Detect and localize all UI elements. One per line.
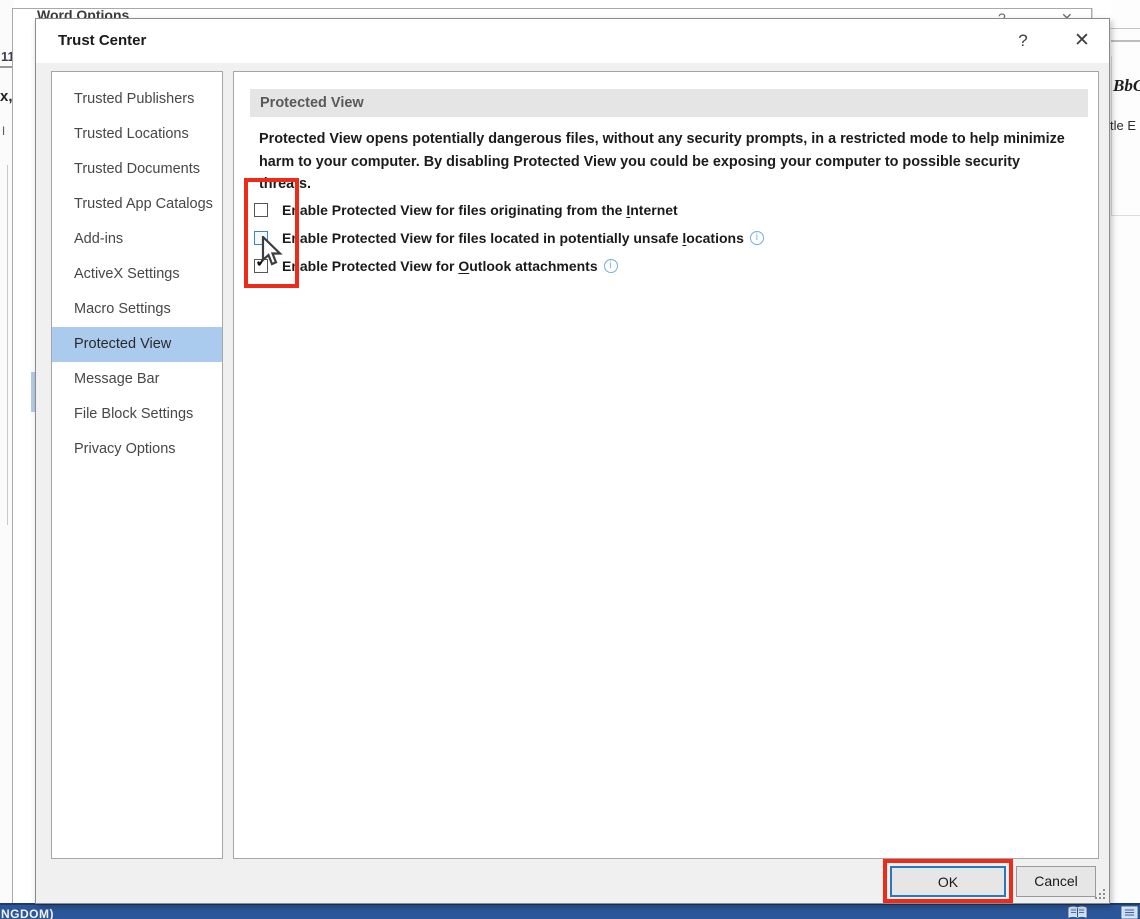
trust-center-sidebar: Trusted Publishers Trusted Locations Tru… <box>51 71 223 859</box>
ribbon-edge-line <box>1111 40 1140 42</box>
sidebar-item-trusted-documents[interactable]: Trusted Documents <box>52 152 222 187</box>
sidebar-item-trusted-app-catalogs[interactable]: Trusted App Catalogs <box>52 187 222 222</box>
protected-view-description: Protected View opens potentially dangero… <box>259 128 1065 196</box>
sidebar-item-privacy-options[interactable]: Privacy Options <box>52 432 222 467</box>
print-layout-icon[interactable] <box>1120 906 1139 919</box>
read-mode-icon[interactable] <box>1068 906 1087 919</box>
info-icon[interactable]: i <box>604 259 618 273</box>
sidebar-item-macro-settings[interactable]: Macro Settings <box>52 292 222 327</box>
checkbox-row-unsafe-locations[interactable]: Enable Protected View for files located … <box>254 228 764 248</box>
checkbox-row-outlook-attachments[interactable]: ✓ Enable Protected View for Outlook atta… <box>254 256 618 276</box>
sidebar-item-activex-settings[interactable]: ActiveX Settings <box>52 257 222 292</box>
dialog-title: Trust Center <box>58 32 146 49</box>
description-line: harm to your computer. By disabling Prot… <box>259 151 1065 174</box>
style-preview-fragment: BbC <box>1113 76 1140 96</box>
protected-view-panel: Protected View Protected View opens pote… <box>233 71 1099 859</box>
mouse-cursor-icon <box>261 236 285 268</box>
trust-center-dialog: Trust Center ? ✕ Trusted Publishers Trus… <box>35 18 1110 904</box>
section-header: Protected View <box>250 89 1088 117</box>
sidebar-item-add-ins[interactable]: Add-ins <box>52 222 222 257</box>
ribbon-bar-fragment: ǀ <box>2 124 5 138</box>
style-name-fragment: tle E <box>1110 118 1136 133</box>
sidebar-item-trusted-publishers[interactable]: Trusted Publishers <box>52 82 222 117</box>
annotation-rectangle-ok <box>883 859 1013 903</box>
description-line: threats. <box>259 173 1065 196</box>
checkbox-label[interactable]: Enable Protected View for Outlook attach… <box>282 258 598 274</box>
checkbox-row-internet[interactable]: Enable Protected View for files originat… <box>254 200 678 220</box>
language-status-fragment[interactable]: NGDOM) <box>1 907 54 919</box>
resize-grip[interactable] <box>1094 889 1106 901</box>
annotation-rectangle-checkboxes <box>244 178 299 288</box>
close-icon[interactable]: ✕ <box>1062 27 1102 55</box>
checkbox-label[interactable]: Enable Protected View for files located … <box>282 230 744 246</box>
help-icon[interactable]: ? <box>1003 27 1043 55</box>
checkbox-label[interactable]: Enable Protected View for files originat… <box>282 202 678 218</box>
sidebar-item-protected-view[interactable]: Protected View <box>52 327 222 362</box>
sidebar-item-trusted-locations[interactable]: Trusted Locations <box>52 117 222 152</box>
sidebar-item-file-block-settings[interactable]: File Block Settings <box>52 397 222 432</box>
cancel-button[interactable]: Cancel <box>1016 866 1096 897</box>
ribbon-glyph-fragment: x, <box>0 88 13 105</box>
ribbon-divider <box>7 165 8 525</box>
dialog-titlebar[interactable]: Trust Center ? ✕ <box>36 19 1109 63</box>
sidebar-item-message-bar[interactable]: Message Bar <box>52 362 222 397</box>
ribbon-edge-line <box>1111 28 1140 29</box>
description-line: Protected View opens potentially dangero… <box>259 128 1065 151</box>
info-icon[interactable]: i <box>750 231 764 245</box>
word-status-bar: NGDOM) <box>0 903 1140 919</box>
